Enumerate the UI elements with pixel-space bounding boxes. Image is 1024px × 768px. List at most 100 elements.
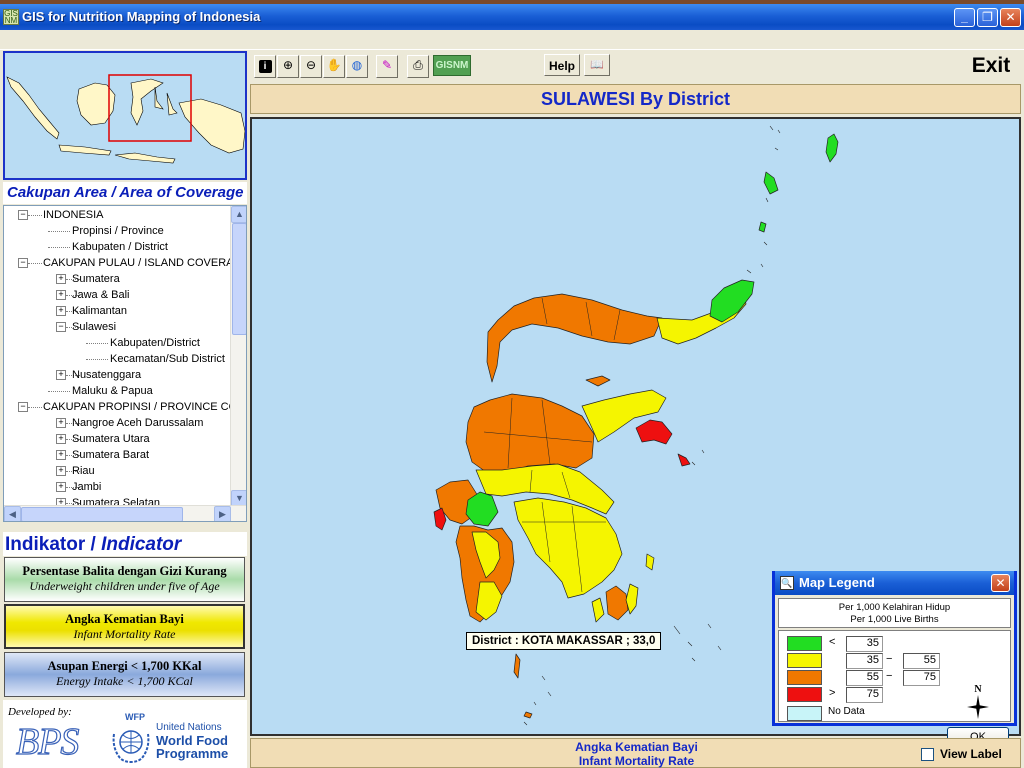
zoom-out-icon[interactable]: ⊖ xyxy=(300,55,322,78)
minimize-button[interactable]: _ xyxy=(954,8,975,27)
tree-expand-icon[interactable]: + xyxy=(56,450,66,460)
tree-item[interactable]: Propinsi / Province xyxy=(4,223,229,239)
pan-hand-icon[interactable]: ✋ xyxy=(323,55,345,78)
legend-from-value[interactable]: 55 xyxy=(846,670,883,686)
tree-item[interactable]: Kabupaten/District xyxy=(4,335,229,351)
zoom-in-icon[interactable]: ⊕ xyxy=(277,55,299,78)
tree-expand-icon[interactable]: + xyxy=(56,418,66,428)
indicator-title-plain: Indikator / xyxy=(5,534,102,555)
legend-subtitle: Per 1,000 Kelahiran Hidup Per 1,000 Live… xyxy=(778,598,1011,628)
book-icon[interactable]: 📖 xyxy=(584,54,610,76)
tree-item-label: CAKUPAN PROPINSI / PROVINCE COV xyxy=(43,401,245,413)
coverage-title: Cakupan Area / Area of Coverage xyxy=(3,182,247,204)
map-title: SULAWESI By District xyxy=(250,84,1021,114)
legend-title-bar[interactable]: 🔍 Map Legend ✕ xyxy=(775,571,1014,595)
tree-item[interactable]: − CAKUPAN PROPINSI / PROVINCE COV xyxy=(4,399,245,415)
district-tooltip: District : KOTA MAKASSAR ; 33,0 xyxy=(466,632,662,650)
district-banggai-red xyxy=(635,419,673,445)
tree-expand-icon[interactable]: + xyxy=(56,434,66,444)
tree-item[interactable]: + Jambi xyxy=(4,479,229,495)
tree-item-label: CAKUPAN PULAU / ISLAND COVERAG xyxy=(43,257,243,269)
legend-swatch xyxy=(787,670,822,685)
un-wfp-text: United Nations World Food Programme xyxy=(156,721,248,760)
tree-item[interactable]: + Riau xyxy=(4,463,229,479)
tree-collapse-icon[interactable]: − xyxy=(56,322,66,332)
svg-text:N: N xyxy=(974,684,982,695)
globe-icon[interactable]: ◍ xyxy=(346,55,368,78)
indicator-label-id: Persentase Balita dengan Gizi Kurang xyxy=(22,564,227,578)
scroll-left-icon[interactable]: ◀ xyxy=(4,506,21,521)
tree-item-label: Riau xyxy=(72,465,95,477)
tree-collapse-icon[interactable]: − xyxy=(18,258,28,268)
tree-expand-icon[interactable]: + xyxy=(56,370,66,380)
tree-item-label: Jambi xyxy=(72,481,102,493)
info-icon[interactable]: i xyxy=(254,55,276,78)
tree-expand-icon[interactable]: + xyxy=(56,482,66,492)
tree-item-label: Sumatera Utara xyxy=(72,433,150,445)
map-legend-window[interactable]: 🔍 Map Legend ✕ Per 1,000 Kelahiran Hidup… xyxy=(772,571,1017,747)
close-button[interactable]: ✕ xyxy=(1000,8,1021,27)
tree-item[interactable]: − Sulawesi xyxy=(4,319,229,335)
coverage-tree[interactable]: − INDONESIA Propinsi / Province Kabupaten /… xyxy=(3,205,247,522)
north-arrow-icon: N xyxy=(967,684,989,719)
tree-item[interactable]: + Nusatenggara xyxy=(4,367,229,383)
tree-horizontal-scrollbar[interactable]: ◀ ▶ xyxy=(4,505,246,521)
tree-item[interactable]: Kabupaten / District xyxy=(4,239,229,255)
tree-item-label: Kabupaten / District xyxy=(72,241,168,253)
island-small-south xyxy=(523,711,533,719)
scroll-up-icon[interactable]: ▲ xyxy=(231,206,246,223)
tree-connector xyxy=(86,359,108,360)
tree-connector xyxy=(48,231,70,232)
legend-close-button[interactable]: ✕ xyxy=(991,574,1010,592)
tree-item[interactable]: − CAKUPAN PULAU / ISLAND COVERAG xyxy=(4,255,242,271)
tree-item[interactable]: + Sumatera xyxy=(4,271,229,287)
overview-map[interactable] xyxy=(3,51,247,180)
indicator-caption-en: Infant Mortality Rate xyxy=(578,754,695,768)
tree-collapse-icon[interactable]: − xyxy=(18,210,28,220)
island-small-east xyxy=(645,553,655,571)
tree-expand-icon[interactable]: + xyxy=(56,306,66,316)
view-label-checkbox[interactable] xyxy=(921,748,934,761)
tree-expand-icon[interactable]: + xyxy=(56,290,66,300)
help-button[interactable]: Help xyxy=(544,54,580,76)
toolbar: i ⊕ ⊖ ✋ ◍ ✎ ⎙ GISNM Help 📖 Exit xyxy=(250,52,1020,80)
tree-item[interactable]: Kecamatan/Sub District xyxy=(4,351,229,367)
vertical-scroll-thumb[interactable] xyxy=(232,223,246,335)
tree-vertical-scrollbar[interactable]: ▲ ▼ xyxy=(230,206,246,507)
tree-item[interactable]: + Jawa & Bali xyxy=(4,287,229,303)
tree-item[interactable]: + Kalimantan xyxy=(4,303,229,319)
legend-title: Map Legend xyxy=(799,575,875,590)
legend-from-value[interactable]: 35 xyxy=(846,653,883,669)
island-siau xyxy=(758,221,767,233)
gisnm-button[interactable]: GISNM xyxy=(433,55,471,76)
tree-item-label: Sulawesi xyxy=(72,321,117,333)
tree-item[interactable]: + Sumatera Utara xyxy=(4,431,229,447)
district-central-west xyxy=(465,393,595,475)
indicator-energy-intake-button[interactable]: Asupan Energi < 1,700 KKal Energy Intake… xyxy=(4,652,245,697)
tree-item[interactable]: + Sumatera Barat xyxy=(4,447,229,463)
legend-from-value[interactable]: 35 xyxy=(846,636,883,652)
title-bar[interactable]: GIS NM GIS for Nutrition Mapping of Indo… xyxy=(0,4,1024,30)
tree-expand-icon[interactable]: + xyxy=(56,274,66,284)
indicator-underweight-button[interactable]: Persentase Balita dengan Gizi Kurang Und… xyxy=(4,557,245,602)
tree-expand-icon[interactable]: + xyxy=(56,466,66,476)
exit-button[interactable]: Exit xyxy=(962,52,1020,80)
restore-button[interactable]: ❐ xyxy=(977,8,998,27)
print-icon[interactable]: ⎙ xyxy=(407,55,429,78)
legend-to-value[interactable]: 55 xyxy=(903,653,940,669)
horizontal-scroll-thumb[interactable] xyxy=(21,507,183,521)
tree-collapse-icon[interactable]: − xyxy=(18,402,28,412)
tree-item[interactable]: Maluku & Papua xyxy=(4,383,229,399)
legend-to-value[interactable]: 75 xyxy=(903,670,940,686)
indicator-infant-mortality-button[interactable]: Angka Kematian Bayi Infant Mortality Rat… xyxy=(4,604,245,649)
legend-from-value[interactable]: 75 xyxy=(846,687,883,703)
tree-item-label: Kalimantan xyxy=(72,305,128,317)
legend-magnifier-icon: 🔍 xyxy=(780,576,794,590)
tree-item[interactable]: + Nangroe Aceh Darussalam xyxy=(4,415,229,431)
select-icon[interactable]: ✎ xyxy=(376,55,398,78)
tree-connector xyxy=(28,263,42,264)
scroll-right-icon[interactable]: ▶ xyxy=(214,506,231,521)
tree-item[interactable]: − INDONESIA xyxy=(4,207,229,223)
tree-connector xyxy=(28,407,42,408)
legend-no-data-label: No Data xyxy=(828,706,865,717)
